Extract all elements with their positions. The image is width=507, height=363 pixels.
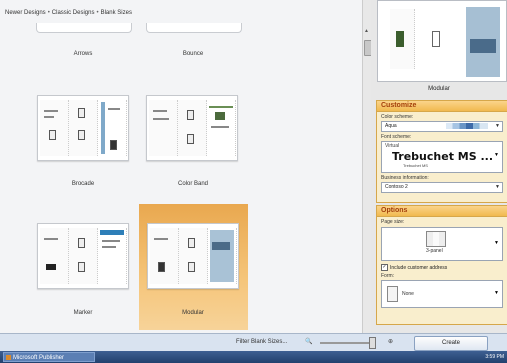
bottom-bar: Filter Blank Sizes... 🔍 ⊕ Create (0, 333, 507, 352)
breadcrumb-classic-designs[interactable]: Classic Designs (52, 10, 95, 16)
zoom-in-icon[interactable]: ⊕ (388, 338, 393, 345)
color-scheme-label: Color scheme: (381, 114, 414, 120)
font-scheme-body: Trebuchet MS (403, 163, 428, 168)
business-info-label: Business information: (381, 175, 429, 181)
create-button[interactable]: Create (414, 336, 488, 351)
three-panel-icon (426, 231, 446, 247)
design-gallery: Newer Designs • Classic Designs • Blank Size… (0, 0, 362, 333)
font-scheme-heading: Trebuchet MS ... (392, 150, 494, 163)
font-scheme-label: Font scheme: (381, 134, 412, 140)
customize-panel: Customize Color scheme: Aqua ▼ Font sche… (376, 100, 507, 203)
publisher-app-icon (6, 355, 11, 360)
windows-taskbar: Microsoft Publisher 3:59 PM (0, 351, 507, 363)
system-clock: 3:59 PM (485, 354, 504, 360)
filter-blank-sizes-link[interactable]: Filter Blank Sizes... (236, 339, 287, 345)
breadcrumb-newer-designs[interactable]: Newer Designs (5, 10, 46, 16)
form-dropdown[interactable]: None ▼ (381, 280, 503, 308)
design-thumbnail-bounce[interactable] (146, 23, 242, 33)
options-header[interactable]: Options (377, 206, 507, 217)
zoom-slider-track[interactable] (320, 342, 372, 344)
taskbar-item-publisher[interactable]: Microsoft Publisher (3, 352, 95, 362)
blank-form-icon (387, 286, 398, 302)
design-label-brocade: Brocade (71, 181, 95, 187)
design-thumbnail-arrows[interactable] (36, 23, 132, 33)
design-thumbnail-brocade[interactable] (37, 95, 129, 161)
font-scheme-dropdown[interactable]: Virtual Trebuchet MS ... Trebuchet MS ▼ (381, 141, 503, 173)
include-address-checkbox[interactable]: ✓ Include customer address (381, 264, 503, 271)
options-panel: Options Page size: 3-panel ▼ ✓ Include c… (376, 205, 507, 325)
chevron-down-icon: ▼ (494, 152, 499, 158)
business-info-dropdown[interactable]: Contoso 2 ▼ (381, 182, 503, 193)
design-label-color-band: Color Band (177, 181, 209, 187)
include-address-label: Include customer address (390, 264, 448, 271)
zoom-out-icon[interactable]: 🔍 (305, 338, 312, 345)
chevron-down-icon: ▼ (494, 240, 499, 246)
design-label-arrows: Arrows (73, 51, 93, 57)
color-scheme-swatch (446, 123, 488, 129)
color-scheme-value: Aqua (385, 123, 397, 129)
design-preview (377, 0, 507, 82)
page-size-value: 3-panel (426, 248, 443, 254)
page-size-dropdown[interactable]: 3-panel ▼ (381, 227, 503, 261)
business-info-value: Contoso 2 (385, 184, 408, 190)
preview-label: Modular (428, 86, 450, 92)
breadcrumb-blank-sizes[interactable]: Blank Sizes (101, 10, 132, 16)
design-thumbnail-color-band[interactable] (146, 95, 238, 161)
design-thumbnail-modular[interactable] (147, 223, 239, 289)
chevron-down-icon: ▼ (495, 123, 500, 129)
font-scheme-name: Virtual (385, 143, 400, 149)
scroll-up-arrow-icon[interactable]: ▲ (364, 28, 369, 34)
design-label-marker: Marker (73, 310, 93, 316)
checkbox-checked-icon[interactable]: ✓ (381, 264, 388, 271)
design-thumbnail-marker[interactable] (37, 223, 129, 289)
gallery-scrollbar[interactable]: ▲ (362, 0, 372, 333)
chevron-down-icon: ▼ (495, 184, 500, 190)
chevron-down-icon: ▼ (494, 290, 499, 296)
customize-header[interactable]: Customize (377, 101, 507, 112)
form-value: None (402, 291, 414, 297)
form-label: Form: (381, 273, 395, 279)
design-label-bounce: Bounce (182, 51, 204, 57)
taskbar-item-label: Microsoft Publisher (13, 355, 65, 361)
zoom-slider-knob[interactable] (369, 337, 376, 349)
design-label-modular: Modular (182, 310, 204, 316)
page-size-label: Page size: (381, 219, 405, 225)
color-scheme-dropdown[interactable]: Aqua ▼ (381, 121, 503, 132)
breadcrumb: Newer Designs • Classic Designs • Blank Size… (5, 10, 132, 16)
